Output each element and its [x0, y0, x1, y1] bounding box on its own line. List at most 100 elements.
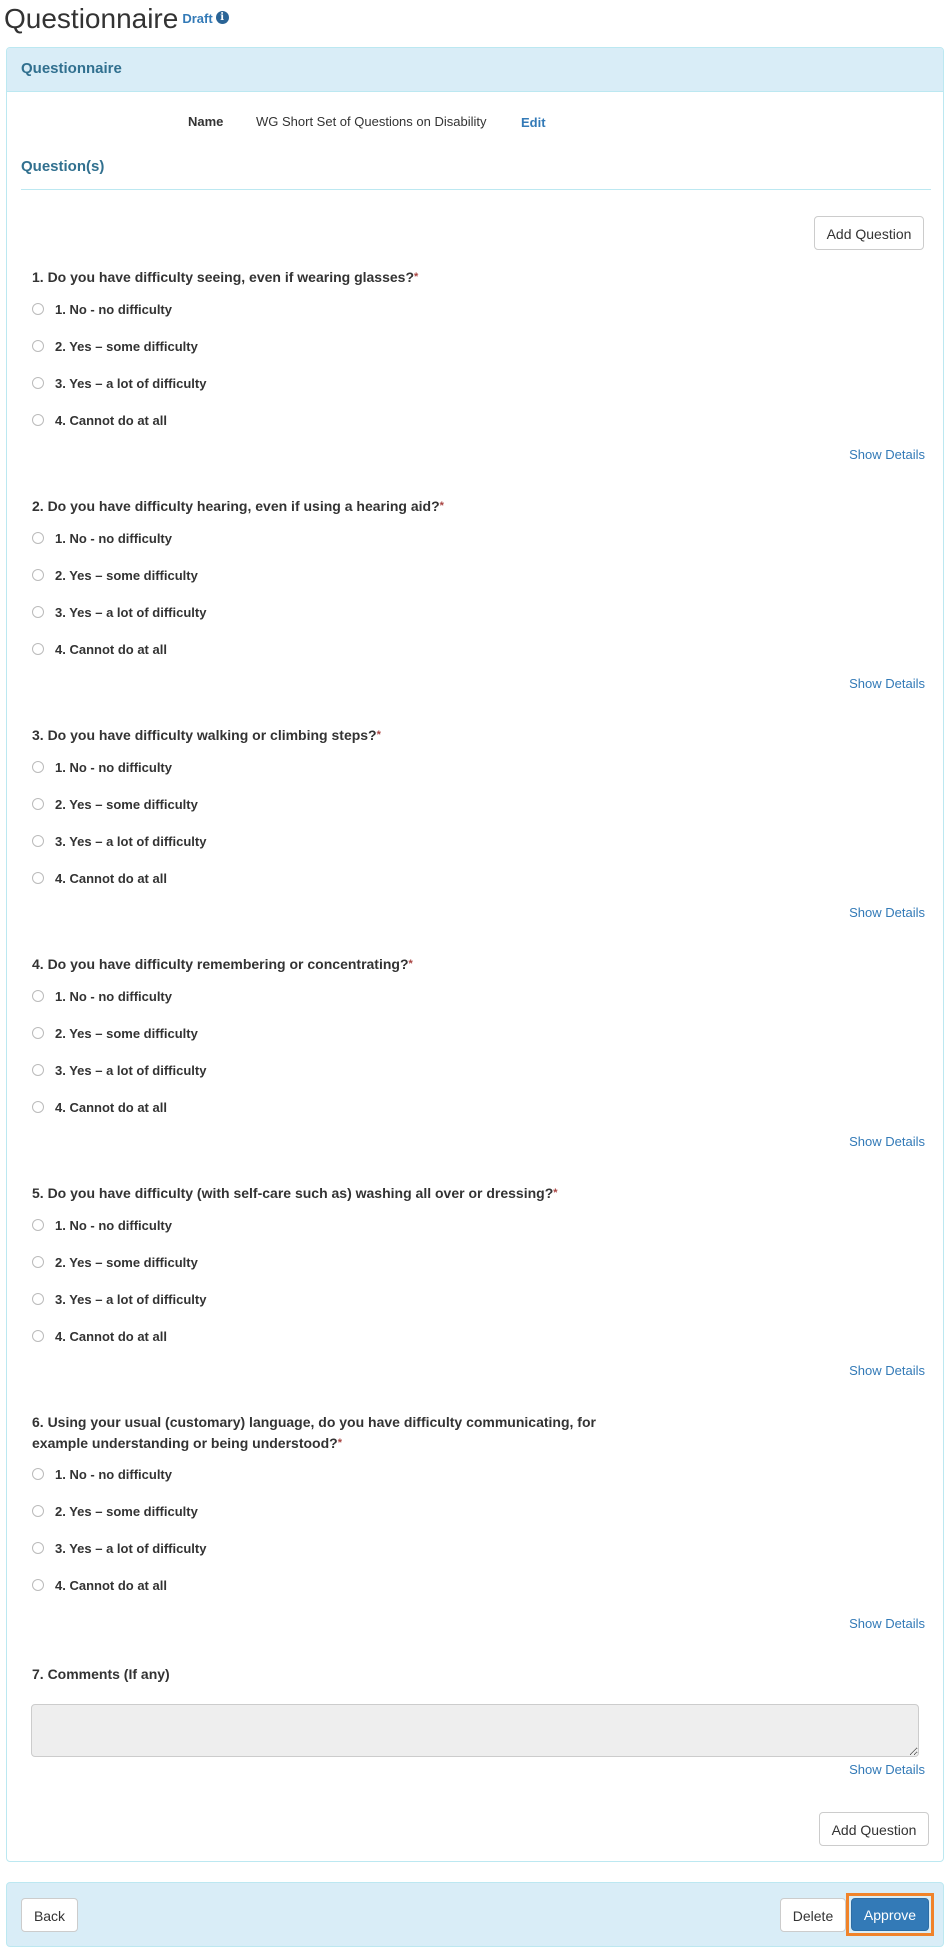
- required-asterisk: *: [414, 271, 419, 283]
- question-title: 3. Do you have difficulty walking or cli…: [32, 725, 932, 746]
- question-text: 5. Do you have difficulty (with self-car…: [32, 1185, 554, 1201]
- radio-button[interactable]: [32, 1027, 44, 1039]
- show-details-link[interactable]: Show Details: [849, 676, 925, 691]
- option-1[interactable]: 1. No - no difficulty: [32, 1464, 172, 1484]
- question-title: 1. Do you have difficulty seeing, even i…: [32, 267, 932, 288]
- name-value: WG Short Set of Questions on Disability: [256, 114, 487, 129]
- page-title: Questionnaire Draft i: [4, 2, 229, 38]
- radio-button[interactable]: [32, 532, 44, 544]
- option-label: 1. No - no difficulty: [55, 1466, 172, 1482]
- option-1[interactable]: 1. No - no difficulty: [32, 299, 172, 319]
- option-label: 4. Cannot do at all: [55, 1328, 167, 1344]
- option-label: 3. Yes – a lot of difficulty: [55, 1540, 207, 1556]
- option-3[interactable]: 3. Yes – a lot of difficulty: [32, 1289, 206, 1309]
- radio-button[interactable]: [32, 798, 44, 810]
- option-2[interactable]: 2. Yes – some difficulty: [32, 1501, 198, 1521]
- show-details-link[interactable]: Show Details: [849, 1134, 925, 1149]
- option-4[interactable]: 4. Cannot do at all: [32, 1575, 167, 1595]
- option-label: 2. Yes – some difficulty: [55, 338, 198, 354]
- option-label: 1. No - no difficulty: [55, 301, 172, 317]
- show-details-link[interactable]: Show Details: [849, 1762, 925, 1777]
- add-question-button-top[interactable]: Add Question: [814, 216, 924, 250]
- radio-button[interactable]: [32, 1101, 44, 1113]
- option-4[interactable]: 4. Cannot do at all: [32, 1097, 167, 1117]
- radio-button[interactable]: [32, 303, 44, 315]
- required-asterisk: *: [408, 958, 413, 970]
- show-details-link[interactable]: Show Details: [849, 905, 925, 920]
- radio-button[interactable]: [32, 1219, 44, 1231]
- option-2[interactable]: 2. Yes – some difficulty: [32, 794, 198, 814]
- radio-button[interactable]: [32, 414, 44, 426]
- question-2: 2. Do you have difficulty hearing, even …: [32, 496, 932, 706]
- radio-button[interactable]: [32, 761, 44, 773]
- add-question-button-bottom[interactable]: Add Question: [819, 1812, 929, 1846]
- radio-button[interactable]: [32, 1256, 44, 1268]
- question-3: 3. Do you have difficulty walking or cli…: [32, 725, 932, 935]
- question-title: 4. Do you have difficulty remembering or…: [32, 954, 932, 975]
- option-2[interactable]: 2. Yes – some difficulty: [32, 336, 198, 356]
- radio-button[interactable]: [32, 1579, 44, 1591]
- question-1: 1. Do you have difficulty seeing, even i…: [32, 267, 932, 477]
- option-3[interactable]: 3. Yes – a lot of difficulty: [32, 1538, 206, 1558]
- option-3[interactable]: 3. Yes – a lot of difficulty: [32, 1060, 206, 1080]
- option-4[interactable]: 4. Cannot do at all: [32, 868, 167, 888]
- question-text: 4. Do you have difficulty remembering or…: [32, 956, 409, 972]
- radio-button[interactable]: [32, 1293, 44, 1305]
- option-label: 2. Yes – some difficulty: [55, 1254, 198, 1270]
- question-5: 5. Do you have difficulty (with self-car…: [32, 1183, 932, 1393]
- show-details-link[interactable]: Show Details: [849, 1363, 925, 1378]
- option-1[interactable]: 1. No - no difficulty: [32, 757, 172, 777]
- radio-button[interactable]: [32, 606, 44, 618]
- radio-button[interactable]: [32, 340, 44, 352]
- info-circle-icon[interactable]: i: [215, 11, 229, 25]
- edit-name-link[interactable]: Edit: [521, 115, 546, 130]
- show-details-link[interactable]: Show Details: [849, 1616, 925, 1631]
- option-4[interactable]: 4. Cannot do at all: [32, 410, 167, 430]
- option-label: 3. Yes – a lot of difficulty: [55, 375, 207, 391]
- radio-button[interactable]: [32, 1468, 44, 1480]
- option-1[interactable]: 1. No - no difficulty: [32, 528, 172, 548]
- question-text-line-2: example understanding or being understoo…: [32, 1435, 338, 1451]
- radio-button[interactable]: [32, 835, 44, 847]
- question-title: 5. Do you have difficulty (with self-car…: [32, 1183, 932, 1204]
- question-text: 3. Do you have difficulty walking or cli…: [32, 727, 377, 743]
- comments-textarea[interactable]: [31, 1704, 919, 1757]
- option-2[interactable]: 2. Yes – some difficulty: [32, 565, 198, 585]
- back-button[interactable]: Back: [21, 1898, 78, 1932]
- radio-button[interactable]: [32, 1064, 44, 1076]
- option-2[interactable]: 2. Yes – some difficulty: [32, 1023, 198, 1043]
- approve-button[interactable]: Approve: [851, 1898, 929, 1931]
- required-asterisk: *: [337, 1437, 342, 1449]
- option-1[interactable]: 1. No - no difficulty: [32, 986, 172, 1006]
- question-7: 7. Comments (If any): [32, 1664, 932, 1694]
- option-3[interactable]: 3. Yes – a lot of difficulty: [32, 602, 206, 622]
- option-1[interactable]: 1. No - no difficulty: [32, 1215, 172, 1235]
- questions-section-title: Question(s): [21, 158, 105, 175]
- option-2[interactable]: 2. Yes – some difficulty: [32, 1252, 198, 1272]
- option-label: 2. Yes – some difficulty: [55, 1025, 198, 1041]
- show-details-link[interactable]: Show Details: [849, 447, 925, 462]
- delete-button[interactable]: Delete: [780, 1898, 846, 1932]
- radio-button[interactable]: [32, 643, 44, 655]
- radio-button[interactable]: [32, 872, 44, 884]
- option-label: 3. Yes – a lot of difficulty: [55, 833, 207, 849]
- radio-button[interactable]: [32, 569, 44, 581]
- option-4[interactable]: 4. Cannot do at all: [32, 639, 167, 659]
- required-asterisk: *: [376, 729, 381, 741]
- radio-button[interactable]: [32, 990, 44, 1002]
- radio-button[interactable]: [32, 1505, 44, 1517]
- option-3[interactable]: 3. Yes – a lot of difficulty: [32, 373, 206, 393]
- option-4[interactable]: 4. Cannot do at all: [32, 1326, 167, 1346]
- radio-button[interactable]: [32, 1542, 44, 1554]
- option-label: 4. Cannot do at all: [55, 870, 167, 886]
- radio-button[interactable]: [32, 1330, 44, 1342]
- option-label: 3. Yes – a lot of difficulty: [55, 604, 207, 620]
- option-label: 3. Yes – a lot of difficulty: [55, 1291, 207, 1307]
- question-4: 4. Do you have difficulty remembering or…: [32, 954, 932, 1164]
- required-asterisk: *: [553, 1187, 558, 1199]
- action-footer: Back Delete Approve: [6, 1882, 944, 1947]
- radio-button[interactable]: [32, 377, 44, 389]
- option-label: 4. Cannot do at all: [55, 1577, 167, 1593]
- option-3[interactable]: 3. Yes – a lot of difficulty: [32, 831, 206, 851]
- option-label: 4. Cannot do at all: [55, 641, 167, 657]
